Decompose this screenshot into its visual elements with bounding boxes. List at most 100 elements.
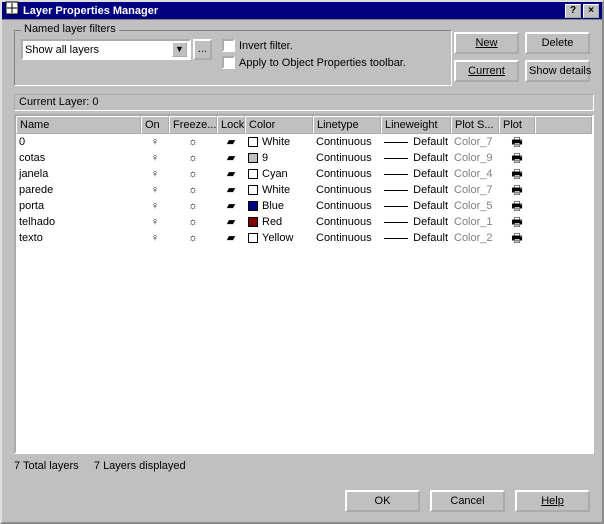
cell-linetype[interactable]: Continuous bbox=[313, 134, 381, 150]
on-icon[interactable]: ♀ bbox=[141, 150, 169, 166]
cell-plotstyle: Color_5 bbox=[451, 198, 499, 214]
cell-lineweight[interactable]: Default bbox=[381, 150, 451, 166]
plot-icon[interactable]: 🖶 bbox=[499, 166, 535, 182]
cell-name[interactable]: janela bbox=[16, 166, 141, 182]
cell-linetype[interactable]: Continuous bbox=[313, 182, 381, 198]
invert-filter-checkbox[interactable] bbox=[222, 39, 235, 52]
lock-icon[interactable]: ▰ bbox=[217, 182, 245, 198]
cell-lineweight[interactable]: Default bbox=[381, 230, 451, 246]
freeze-icon[interactable]: ☼ bbox=[169, 166, 217, 182]
plot-icon[interactable]: 🖶 bbox=[499, 150, 535, 166]
cell-linetype[interactable]: Continuous bbox=[313, 198, 381, 214]
cell-lineweight[interactable]: Default bbox=[381, 198, 451, 214]
table-row[interactable]: telhado♀☼▰RedContinuousDefaultColor_1🖶 bbox=[16, 214, 592, 230]
plot-icon[interactable]: 🖶 bbox=[499, 134, 535, 150]
column-plot[interactable]: Plot bbox=[499, 116, 535, 134]
cell-lineweight[interactable]: Default bbox=[381, 182, 451, 198]
apply-toolbar-checkbox[interactable] bbox=[222, 56, 235, 69]
cell-lineweight[interactable]: Default bbox=[381, 134, 451, 150]
cell-color[interactable]: Cyan bbox=[245, 166, 313, 182]
on-icon[interactable]: ♀ bbox=[141, 230, 169, 246]
cell-lineweight[interactable]: Default bbox=[381, 214, 451, 230]
lock-icon[interactable]: ▰ bbox=[217, 214, 245, 230]
current-button[interactable]: Current bbox=[454, 60, 519, 82]
plot-icon[interactable]: 🖶 bbox=[499, 230, 535, 246]
cell-name[interactable]: 0 bbox=[16, 134, 141, 150]
freeze-icon[interactable]: ☼ bbox=[169, 182, 217, 198]
freeze-icon[interactable]: ☼ bbox=[169, 230, 217, 246]
dropdown-arrow-icon[interactable]: ▼ bbox=[172, 42, 187, 57]
table-row[interactable]: cotas♀☼▰9ContinuousDefaultColor_9🖶 bbox=[16, 150, 592, 166]
cell-lineweight[interactable]: Default bbox=[381, 166, 451, 182]
dialog-title: Layer Properties Manager bbox=[23, 2, 563, 20]
cell-name[interactable]: texto bbox=[16, 230, 141, 246]
cell-plotstyle: Color_1 bbox=[451, 214, 499, 230]
status-total: 7 Total layers bbox=[14, 460, 79, 472]
cell-name[interactable]: telhado bbox=[16, 214, 141, 230]
status-displayed: 7 Layers displayed bbox=[94, 460, 186, 472]
cell-color[interactable]: Red bbox=[245, 214, 313, 230]
column-freeze[interactable]: Freeze... bbox=[169, 116, 217, 134]
delete-button[interactable]: Delete bbox=[525, 32, 590, 54]
lock-icon[interactable]: ▰ bbox=[217, 198, 245, 214]
title-bar: Layer Properties Manager ? × bbox=[2, 2, 602, 20]
cell-linetype[interactable]: Continuous bbox=[313, 166, 381, 182]
cell-linetype[interactable]: Continuous bbox=[313, 150, 381, 166]
current-layer-display: Current Layer: 0 bbox=[14, 94, 594, 111]
column-spacer bbox=[535, 116, 592, 134]
on-icon[interactable]: ♀ bbox=[141, 134, 169, 150]
plot-icon[interactable]: 🖶 bbox=[499, 198, 535, 214]
lock-icon[interactable]: ▰ bbox=[217, 134, 245, 150]
help-button[interactable]: Help bbox=[515, 490, 590, 512]
cell-linetype[interactable]: Continuous bbox=[313, 230, 381, 246]
cell-plotstyle: Color_2 bbox=[451, 230, 499, 246]
cell-color[interactable]: Yellow bbox=[245, 230, 313, 246]
lock-icon[interactable]: ▰ bbox=[217, 150, 245, 166]
lock-icon[interactable]: ▰ bbox=[217, 166, 245, 182]
column-name[interactable]: Name bbox=[16, 116, 141, 134]
column-linetype[interactable]: Linetype bbox=[313, 116, 381, 134]
column-plotstyle[interactable]: Plot S... bbox=[451, 116, 499, 134]
current-layer-text: Current Layer: 0 bbox=[19, 96, 98, 108]
ok-button[interactable]: OK bbox=[345, 490, 420, 512]
cell-color[interactable]: White bbox=[245, 134, 313, 150]
column-color[interactable]: Color bbox=[245, 116, 313, 134]
cell-color[interactable]: 9 bbox=[245, 150, 313, 166]
table-row[interactable]: parede♀☼▰WhiteContinuousDefaultColor_7🖶 bbox=[16, 182, 592, 198]
show-details-button[interactable]: Show details bbox=[525, 60, 590, 82]
layer-properties-dialog: Layer Properties Manager ? × Named layer… bbox=[0, 0, 604, 524]
filter-browse-button[interactable]: ... bbox=[193, 39, 212, 60]
cell-color[interactable]: White bbox=[245, 182, 313, 198]
table-row[interactable]: texto♀☼▰YellowContinuousDefaultColor_2🖶 bbox=[16, 230, 592, 246]
cell-name[interactable]: porta bbox=[16, 198, 141, 214]
on-icon[interactable]: ♀ bbox=[141, 214, 169, 230]
freeze-icon[interactable]: ☼ bbox=[169, 150, 217, 166]
on-icon[interactable]: ♀ bbox=[141, 166, 169, 182]
table-row[interactable]: porta♀☼▰BlueContinuousDefaultColor_5🖶 bbox=[16, 198, 592, 214]
cell-linetype[interactable]: Continuous bbox=[313, 214, 381, 230]
lock-icon[interactable]: ▰ bbox=[217, 230, 245, 246]
on-icon[interactable]: ♀ bbox=[141, 182, 169, 198]
help-titlebar-button[interactable]: ? bbox=[565, 4, 581, 18]
column-lineweight[interactable]: Lineweight bbox=[381, 116, 451, 134]
plot-icon[interactable]: 🖶 bbox=[499, 182, 535, 198]
cell-plotstyle: Color_7 bbox=[451, 182, 499, 198]
cancel-button[interactable]: Cancel bbox=[430, 490, 505, 512]
plot-icon[interactable]: 🖶 bbox=[499, 214, 535, 230]
freeze-icon[interactable]: ☼ bbox=[169, 134, 217, 150]
table-row[interactable]: 0♀☼▰WhiteContinuousDefaultColor_7🖶 bbox=[16, 134, 592, 150]
freeze-icon[interactable]: ☼ bbox=[169, 214, 217, 230]
close-button[interactable]: × bbox=[583, 4, 599, 18]
cell-color[interactable]: Blue bbox=[245, 198, 313, 214]
named-filters-group: Named layer filters Show all layers ▼ ..… bbox=[14, 30, 452, 86]
cell-name[interactable]: cotas bbox=[16, 150, 141, 166]
layers-listview[interactable]: Name On Freeze... Lock Color Linetype Li… bbox=[14, 114, 594, 454]
column-lock[interactable]: Lock bbox=[217, 116, 245, 134]
table-row[interactable]: janela♀☼▰CyanContinuousDefaultColor_4🖶 bbox=[16, 166, 592, 182]
on-icon[interactable]: ♀ bbox=[141, 198, 169, 214]
cell-name[interactable]: parede bbox=[16, 182, 141, 198]
freeze-icon[interactable]: ☼ bbox=[169, 198, 217, 214]
column-on[interactable]: On bbox=[141, 116, 169, 134]
new-button[interactable]: New bbox=[454, 32, 519, 54]
filter-select[interactable]: Show all layers ▼ bbox=[21, 39, 191, 60]
